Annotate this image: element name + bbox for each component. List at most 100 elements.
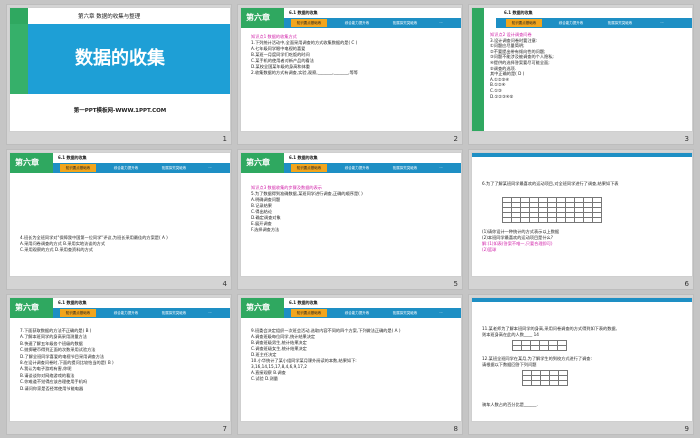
- tab-extension[interactable]: 拓展探究突破练: [154, 164, 194, 172]
- section-label: 6.1 数据的收集: [289, 10, 318, 15]
- slide-body: 6.为了了解某班同学最喜欢的运动项目,对全班同学进行了调查,结果如下表: [482, 181, 684, 187]
- chapter-label: 第六章: [15, 303, 39, 312]
- tab-more[interactable]: ···: [431, 309, 451, 317]
- slide-number: 4: [222, 280, 227, 288]
- slide-number: 9: [684, 425, 689, 433]
- tab-advanced[interactable]: 综合能力提升练: [105, 309, 147, 317]
- text-line: D.请问你家是否经常使用节能电器: [20, 385, 84, 391]
- slide-thumbnail-4[interactable]: 第六章 6.1 数据的收集 知识要点基础练 综合能力提升练 拓展探究突破练 ··…: [6, 149, 232, 290]
- slide-1-canvas: 第六章 数据的收集与整理 数据的收集 第一PPT模板网-WWW.1PPT.COM: [9, 7, 231, 132]
- slide-number: 3: [684, 135, 689, 143]
- tab-basic[interactable]: 知识要点基础练: [60, 309, 96, 317]
- chapter-badge: 第六章: [241, 298, 284, 318]
- tab-more[interactable]: ···: [431, 19, 451, 27]
- slide-header: 第六章 6.1 数据的收集 知识要点基础练 综合能力提升练 拓展探究突破练 ··…: [241, 8, 461, 28]
- text-line: F.选择调查方法: [251, 227, 280, 232]
- side-green-bar: [472, 8, 484, 131]
- chapter-badge: 第六章: [241, 8, 284, 28]
- slide-1-top-strip: 第六章 数据的收集与整理: [10, 8, 230, 24]
- slide-9-canvas: 11.某老师为了解本班同学的身高,采用问卷调查的方式得到如下表的数据, 则本班身…: [471, 297, 693, 422]
- slide-8-canvas: 第六章 6.1 数据的收集 知识要点基础练 综合能力提升练 拓展探究突破练 ··…: [240, 297, 462, 422]
- tab-advanced[interactable]: 综合能力提升练: [105, 164, 147, 172]
- section-label: 6.1 数据的收集: [58, 300, 87, 305]
- text-line: (2)篮球: [482, 247, 497, 252]
- slide-number: 7: [222, 425, 227, 433]
- slide-body: 知识点2 设计调查问卷 3.设计调查问卷时要注意: ①问题应尽量简明; ②不要提…: [490, 32, 684, 99]
- slide-thumbnail-3[interactable]: 6.1 数据的收集 知识要点基础练 综合能力提升练 拓展探究突破练 ··· 知识…: [468, 4, 694, 145]
- tab-basic[interactable]: 知识要点基础练: [291, 309, 327, 317]
- tab-more[interactable]: ···: [652, 19, 672, 27]
- tab-extension[interactable]: 拓展探究突破练: [154, 309, 194, 317]
- text-line: D.①②③④⑤: [490, 93, 514, 99]
- text-line: 2.收集数据的方式有调查,实验,观察,_______,_______,等等: [251, 70, 358, 75]
- chapter-label: 第六章: [246, 158, 270, 167]
- slide-body: 7.下面获取数据的方法不正确的是( B ) A.了解本班同学的身高采用测量方法 …: [20, 328, 222, 392]
- data-table: [502, 197, 602, 223]
- slide-thumbnail-5[interactable]: 第六章 6.1 数据的收集 知识要点基础练 综合能力提升练 拓展探究突破练 ··…: [237, 149, 463, 290]
- slide-body: 知识点1 数据的收集方式 1.下列统计活动中,全面采用调查的方式收集数据的是( …: [251, 34, 453, 76]
- slide-body-lower: (1)请你设计一种统计的方式表示以上数据 (2)本班同学最喜欢的运动项目是什么?…: [482, 229, 684, 253]
- slide-6-canvas: 6.为了了解某班同学最喜欢的运动项目,对全班同学进行了调查,结果如下表 (1)请…: [471, 152, 693, 277]
- slide-3-canvas: 6.1 数据的收集 知识要点基础练 综合能力提升练 拓展探究突破练 ··· 知识…: [471, 7, 693, 132]
- slide-body-footer: 骑车人数占的百分比是______.: [482, 402, 684, 408]
- slide-main-title: 数据的收集: [75, 48, 165, 69]
- slide-number: 6: [684, 280, 689, 288]
- slide-number: 1: [222, 135, 227, 143]
- slide-number: 8: [453, 425, 458, 433]
- slide-sorter-grid: 第六章 数据的收集与整理 数据的收集 第一PPT模板网-WWW.1PPT.COM…: [0, 0, 700, 438]
- slide-body: 11.某老师为了解本班同学的身高,采用问卷调查的方式得到如下表的数据, 则本班身…: [482, 326, 684, 338]
- tab-more[interactable]: ···: [200, 309, 220, 317]
- slide-header: 第六章 6.1 数据的收集 知识要点基础练 综合能力提升练 拓展探究突破练 ··…: [241, 298, 461, 318]
- tab-advanced[interactable]: 综合能力提升练: [336, 19, 378, 27]
- slide-header: 第六章 6.1 数据的收集 知识要点基础练 综合能力提升练 拓展探究突破练 ··…: [10, 153, 230, 173]
- top-blue-strip: [472, 153, 692, 157]
- slide-2-canvas: 第六章 6.1 数据的收集 知识要点基础练 综合能力提升练 拓展探究突破练 ··…: [240, 7, 462, 132]
- text-line: C.采用观察的方式 D.采用查资料的方式: [20, 247, 93, 252]
- chapter-label: 第六章: [246, 303, 270, 312]
- slide-thumbnail-8[interactable]: 第六章 6.1 数据的收集 知识要点基础练 综合能力提升练 拓展探究突破练 ··…: [237, 294, 463, 435]
- tab-basic[interactable]: 知识要点基础练: [60, 164, 96, 172]
- section-label: 6.1 数据的收集: [58, 155, 87, 160]
- chapter-title: 第六章 数据的收集与整理: [78, 14, 141, 20]
- tab-basic[interactable]: 知识要点基础练: [291, 19, 327, 27]
- slide-thumbnail-2[interactable]: 第六章 6.1 数据的收集 知识要点基础练 综合能力提升练 拓展探究突破练 ··…: [237, 4, 463, 145]
- chapter-label: 第六章: [246, 13, 270, 22]
- slide-body: 4.班长为全班同学对"保障我中国第一位同学"评议,为班长采用最佳的方案是( A …: [20, 235, 222, 253]
- slide-body-lower: 12.某班全班同学在某月,为了解学生的到校方式进行了调查: 请根据以下数据回答下…: [482, 356, 684, 368]
- tab-advanced[interactable]: 综合能力提升练: [550, 19, 592, 27]
- title-band: 数据的收集: [10, 24, 230, 94]
- green-accent-block: [10, 8, 28, 24]
- tab-extension[interactable]: 拓展探究突破练: [600, 19, 640, 27]
- text-line: 则本班身高在此的人数____ 14: [482, 332, 539, 337]
- tab-advanced[interactable]: 综合能力提升练: [336, 164, 378, 172]
- tab-basic[interactable]: 知识要点基础练: [506, 19, 542, 27]
- slide-4-canvas: 第六章 6.1 数据的收集 知识要点基础练 综合能力提升练 拓展探究突破练 ··…: [9, 152, 231, 277]
- slide-5-canvas: 第六章 6.1 数据的收集 知识要点基础练 综合能力提升练 拓展探究突破练 ··…: [240, 152, 462, 277]
- chapter-label: 第六章: [15, 158, 39, 167]
- tab-extension[interactable]: 拓展探究突破练: [385, 164, 425, 172]
- tab-extension[interactable]: 拓展探究突破练: [385, 19, 425, 27]
- slide-body: 9.班委会决定组织一次班会活动,选取内容不同的四个方案,下列做法正确的是( A …: [251, 328, 453, 382]
- section-label: 6.1 数据的收集: [289, 300, 318, 305]
- slide-header: 6.1 数据的收集 知识要点基础练 综合能力提升练 拓展探究突破练 ···: [484, 8, 692, 28]
- tab-more[interactable]: ···: [200, 164, 220, 172]
- tab-extension[interactable]: 拓展探究突破练: [385, 309, 425, 317]
- slide-7-canvas: 第六章 6.1 数据的收集 知识要点基础练 综合能力提升练 拓展探究突破练 ··…: [9, 297, 231, 422]
- slide-thumbnail-9[interactable]: 11.某老师为了解本班同学的身高,采用问卷调查的方式得到如下表的数据, 则本班身…: [468, 294, 694, 435]
- text-line: 6.为了了解某班同学最喜欢的运动项目,对全班同学进行了调查,结果如下表: [482, 181, 619, 186]
- section-label: 6.1 数据的收集: [289, 155, 318, 160]
- slide-subtitle: 第一PPT模板网-WWW.1PPT.COM: [73, 108, 167, 114]
- tab-more[interactable]: ···: [431, 164, 451, 172]
- chapter-badge: 第六章: [10, 298, 53, 318]
- slide-header: 第六章 6.1 数据的收集 知识要点基础练 综合能力提升练 拓展探究突破练 ··…: [10, 298, 230, 318]
- slide-thumbnail-1[interactable]: 第六章 数据的收集与整理 数据的收集 第一PPT模板网-WWW.1PPT.COM…: [6, 4, 232, 145]
- slide-number: 2: [453, 135, 458, 143]
- slide-number: 5: [453, 280, 458, 288]
- chapter-badge: 第六章: [241, 153, 284, 173]
- text-line: 骑车人数占的百分比是______.: [482, 402, 538, 407]
- tab-basic[interactable]: 知识要点基础练: [291, 164, 327, 172]
- slide-thumbnail-6[interactable]: 6.为了了解某班同学最喜欢的运动项目,对全班同学进行了调查,结果如下表 (1)请…: [468, 149, 694, 290]
- slide-header: 第六章 6.1 数据的收集 知识要点基础练 综合能力提升练 拓展探究突破练 ··…: [241, 153, 461, 173]
- slide-thumbnail-7[interactable]: 第六章 6.1 数据的收集 知识要点基础练 综合能力提升练 拓展探究突破练 ··…: [6, 294, 232, 435]
- tab-advanced[interactable]: 综合能力提升练: [336, 309, 378, 317]
